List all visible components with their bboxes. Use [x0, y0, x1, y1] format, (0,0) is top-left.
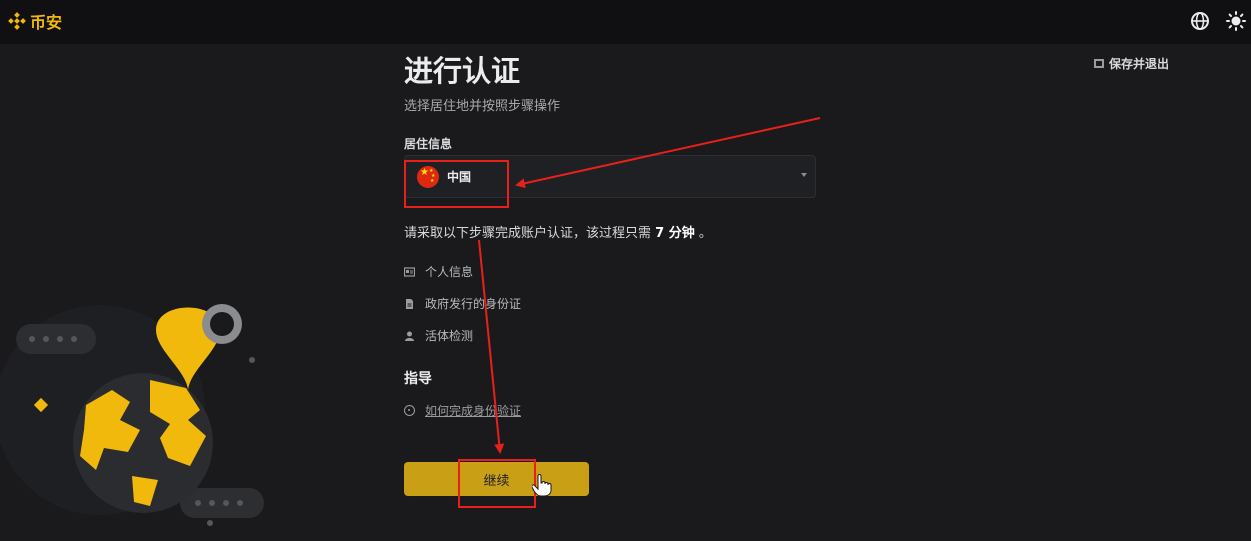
hand-cursor-icon — [532, 474, 552, 496]
arrow-to-country — [515, 117, 821, 189]
arrow-to-continue — [478, 239, 505, 454]
annotation-arrows — [478, 117, 821, 454]
